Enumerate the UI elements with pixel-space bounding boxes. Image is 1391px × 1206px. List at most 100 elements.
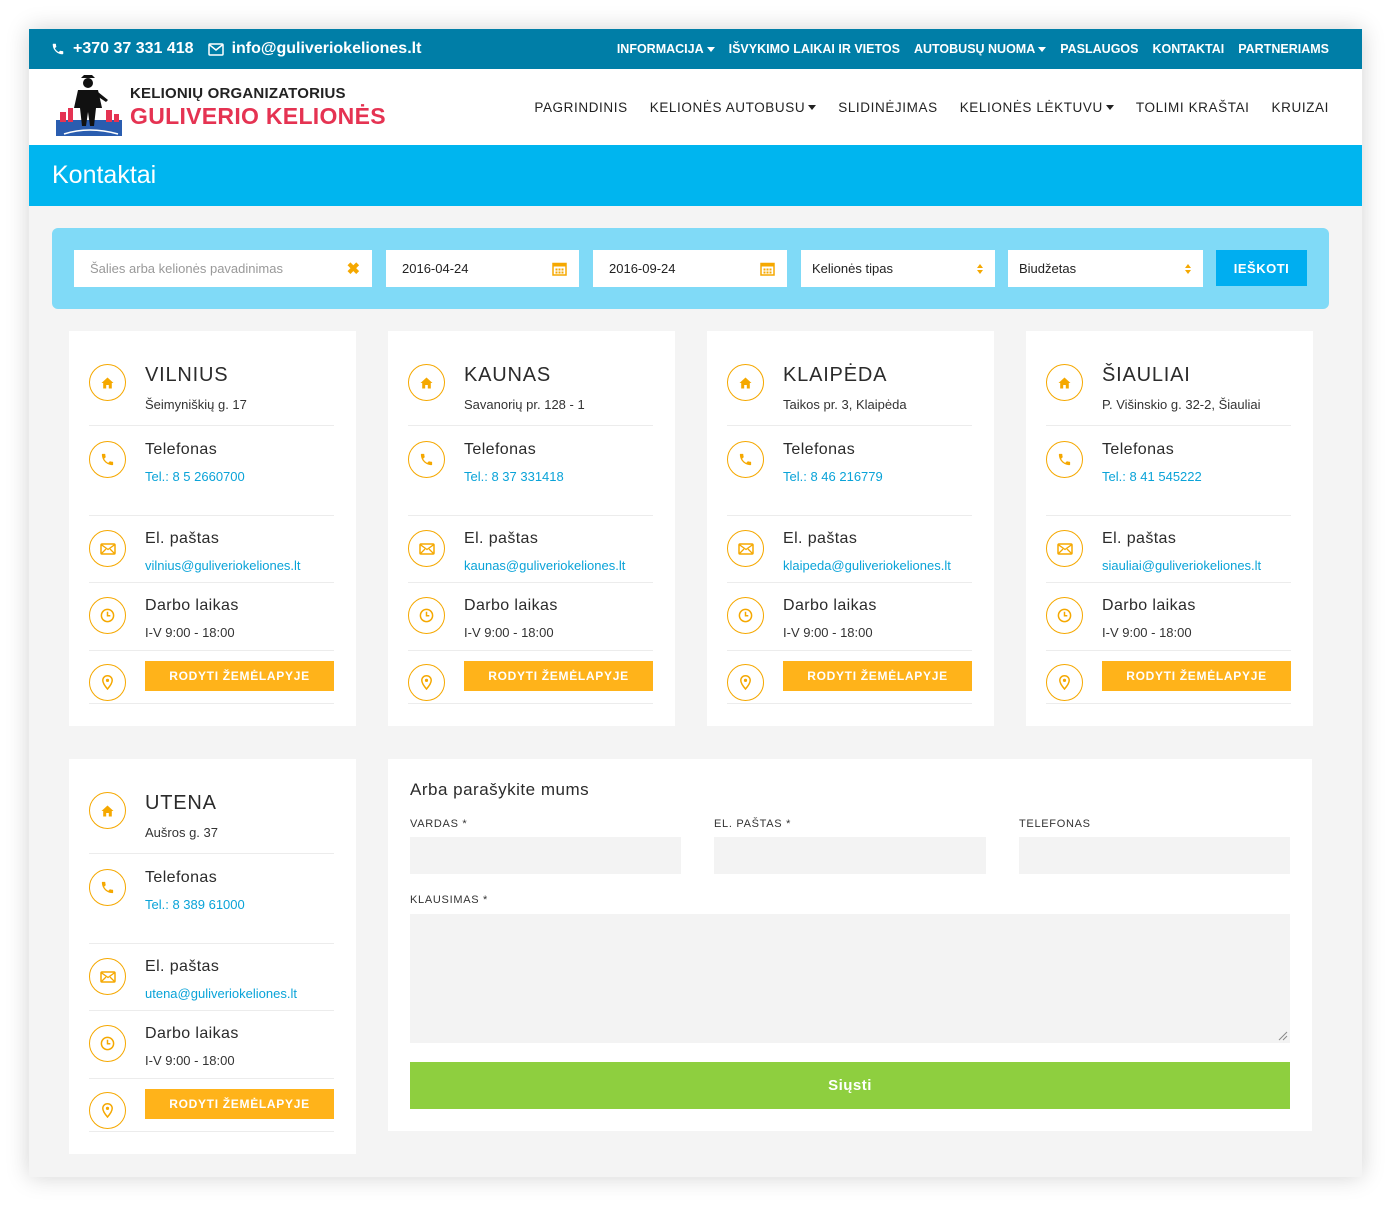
logo-brand: GULIVERIO KELIONĖS [130,102,386,129]
phone-icon [408,441,445,478]
office-phone-link[interactable]: Tel.: 8 37 331418 [464,469,564,484]
office-phone-link[interactable]: Tel.: 8 389 61000 [145,897,245,912]
top-nav-informacija[interactable]: INFORMACIJA [617,42,715,56]
clear-x-icon[interactable]: ✖ [347,259,360,279]
divider [89,515,334,516]
budget-value: Biudžetas [1019,261,1077,276]
office-address: P. Višinskio g. 32-2, Šiauliai [1102,397,1261,412]
divider [727,515,972,516]
nav-pagrindinis[interactable]: PAGRINDINIS [534,100,627,115]
budget-select[interactable]: Biudžetas [1008,250,1203,287]
divider [89,582,334,583]
top-nav-label: AUTOBUSŲ NUOMA [913,42,1036,56]
hours-heading: Darbo laikas [145,1025,239,1042]
show-map-button-kaunas[interactable]: RODYTI ŽEMĖLAPYJE [464,661,653,691]
divider [1046,582,1291,583]
resize-handle-icon[interactable] [1278,1031,1288,1041]
name-label: VARDAS * [410,818,468,830]
date-from-input[interactable]: 2016-04-24 [386,250,579,287]
date-to-input[interactable]: 2016-09-24 [593,250,787,287]
hours-heading: Darbo laikas [464,597,558,614]
nav-keliones-autobusu[interactable]: KELIONĖS AUTOBUSU [650,100,817,115]
email-heading: El. paštas [1102,530,1177,547]
envelope-icon [207,42,224,56]
site-header: KELIONIŲ ORGANIZATORIUS GULIVERIO KELION… [29,69,1362,145]
phone-heading: Telefonas [1102,441,1175,458]
top-nav-isvykimo[interactable]: IŠVYKIMO LAIKAI IR VIETOS [729,42,900,56]
main-nav: PAGRINDINIS KELIONĖS AUTOBUSU SLIDINĖJIM… [512,100,1329,115]
show-map-button-utena[interactable]: RODYTI ŽEMĖLAPYJE [145,1089,334,1119]
logo-text: KELIONIŲ ORGANIZATORIUS GULIVERIO KELION… [130,85,386,130]
divider [89,425,334,426]
top-contact: +370 37 331 418 info@guliveriokeliones.l… [51,40,435,58]
top-phone[interactable]: +370 37 331 418 [51,40,194,58]
office-city: VILNIUS [145,364,229,386]
office-email-link[interactable]: utena@guliveriokeliones.lt [145,986,297,1001]
show-map-button-klaipėda[interactable]: RODYTI ŽEMĖLAPYJE [783,661,972,691]
top-nav-autobusu-nuoma[interactable]: AUTOBUSŲ NUOMA [913,42,1047,56]
show-map-button-šiauliai[interactable]: RODYTI ŽEMĖLAPYJE [1102,661,1291,691]
top-nav-partneriams[interactable]: PARTNERIAMS [1238,42,1329,56]
envelope-icon [89,958,126,995]
logo-tagline: KELIONIŲ ORGANIZATORIUS [130,84,346,102]
calendar-icon[interactable] [552,261,567,276]
envelope-icon [1046,530,1083,567]
trip-type-select[interactable]: Kelionės tipas [801,250,995,287]
nav-slidinejimas[interactable]: SLIDINĖJIMAS [838,100,937,115]
email-heading: El. paštas [783,530,858,547]
phone-field[interactable] [1019,837,1290,874]
nav-tolimi-krastai[interactable]: TOLIMI KRAŠTAI [1136,100,1250,115]
office-email-link[interactable]: kaunas@guliveriokeliones.lt [464,558,625,573]
destination-placeholder: Šalies arba kelionės pavadinimas [90,261,283,276]
search-panel: Šalies arba kelionės pavadinimas ✖ 2016-… [52,228,1329,309]
question-textarea[interactable] [410,914,1290,1043]
gulliver-logo-icon [56,75,122,136]
divider [1046,703,1291,704]
top-nav-kontaktai[interactable]: KONTAKTAI [1153,42,1225,56]
divider [89,650,334,651]
office-card: KLAIPĖDA Taikos pr. 3, Klaipėda Telefonas T… [707,331,994,726]
office-email-link[interactable]: vilnius@guliveriokeliones.lt [145,558,301,573]
caret-down-icon [808,105,817,111]
email-label: EL. PAŠTAS * [714,818,792,830]
hours-heading: Darbo laikas [1102,597,1196,614]
phone-icon [89,441,126,478]
envelope-icon [89,530,126,567]
office-email-link[interactable]: klaipeda@guliveriokeliones.lt [783,558,951,573]
email-heading: El. paštas [145,958,220,975]
office-phone-link[interactable]: Tel.: 8 5 2660700 [145,469,245,484]
phone-heading: Telefonas [464,441,537,458]
submit-button[interactable]: Siųsti [410,1062,1290,1109]
divider [89,1131,334,1132]
destination-search-input[interactable]: Šalies arba kelionės pavadinimas ✖ [74,250,372,287]
home-icon [89,792,126,829]
hours-heading: Darbo laikas [783,597,877,614]
search-button[interactable]: IEŠKOTI [1216,250,1307,286]
nav-keliones-lektuvu[interactable]: KELIONĖS LĖKTUVU [960,100,1114,115]
top-nav-paslaugos[interactable]: PASLAUGOS [1060,42,1138,56]
show-map-button-vilnius[interactable]: RODYTI ŽEMĖLAPYJE [145,661,334,691]
caret-down-icon [706,47,715,53]
nav-label: KELIONĖS LĖKTUVU [959,99,1103,115]
map-pin-icon [727,664,764,701]
divider [89,943,334,944]
top-email[interactable]: info@guliveriokeliones.lt [207,40,421,58]
email-field[interactable] [714,837,986,874]
calendar-icon[interactable] [760,261,775,276]
top-bar: +370 37 331 418 info@guliveriokeliones.l… [29,29,1362,69]
caret-down-icon [1038,47,1047,53]
office-phone-link[interactable]: Tel.: 8 46 216779 [783,469,883,484]
office-phone-link[interactable]: Tel.: 8 41 545222 [1102,469,1202,484]
nav-kruizai[interactable]: KRUIZAI [1272,100,1329,115]
office-city: ŠIAULIAI [1102,364,1191,386]
contact-form: Arba parašykite mums VARDAS * EL. PAŠTAS… [388,759,1312,1131]
divider [408,582,653,583]
divider [89,1078,334,1079]
name-field[interactable] [410,837,681,874]
form-title: Arba parašykite mums [410,780,590,799]
divider [1046,515,1291,516]
site-logo[interactable]: KELIONIŲ ORGANIZATORIUS GULIVERIO KELION… [54,74,386,140]
divider [727,650,972,651]
office-email-link[interactable]: siauliai@guliveriokeliones.lt [1102,558,1261,573]
clock-icon [89,1025,126,1062]
